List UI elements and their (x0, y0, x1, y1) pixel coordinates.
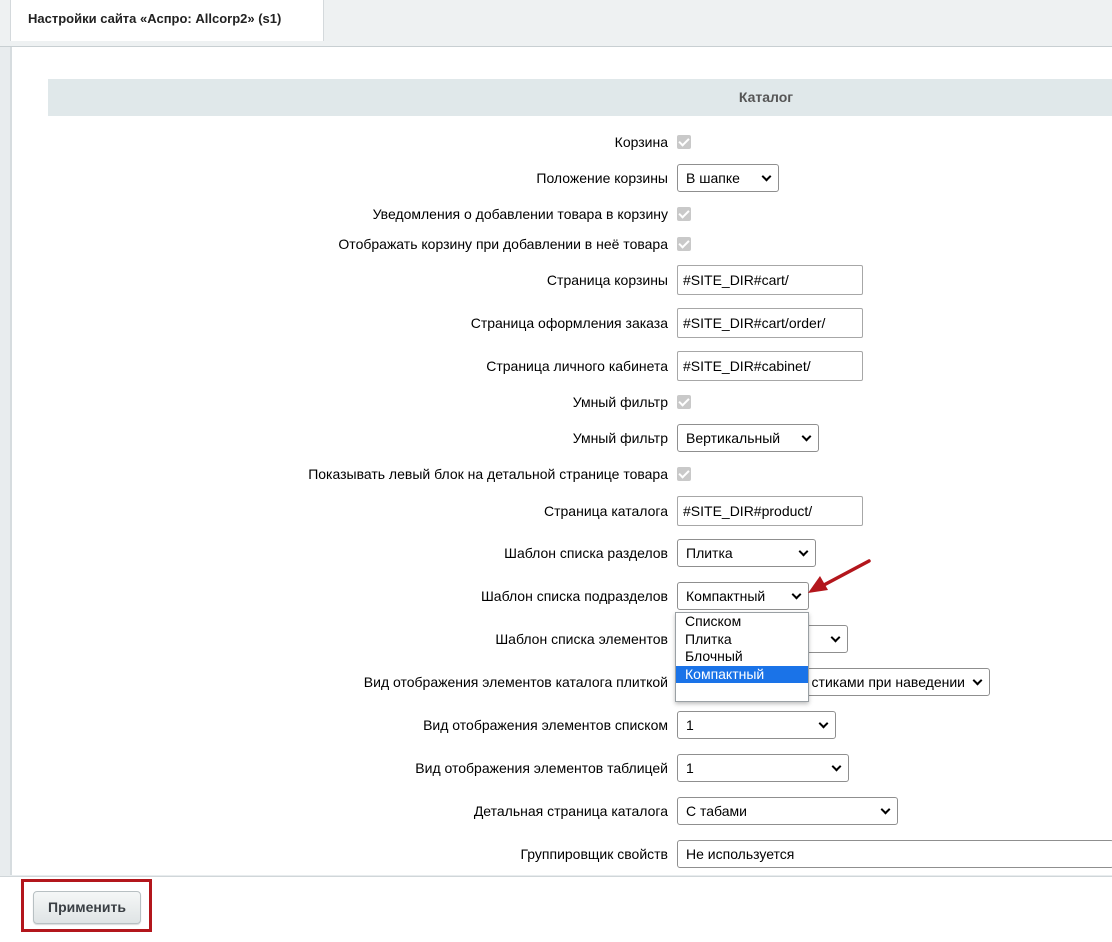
dropdown-option-selected[interactable]: Компактный (676, 665, 808, 683)
basket-position-select[interactable]: В шапке (677, 164, 779, 192)
row-basket-page: Страница корзины #SITE_DIR#cart/ (12, 264, 1112, 296)
cabinet-page-input[interactable]: #SITE_DIR#cabinet/ (677, 351, 863, 381)
basket-show-label: Отображать корзину при добавлении в неё … (338, 236, 668, 252)
tile-view-value: стиками при наведении (811, 674, 965, 690)
catalog-page-input[interactable]: #SITE_DIR#product/ (677, 496, 863, 526)
chevron-down-icon (798, 546, 809, 557)
footer-bar (0, 876, 1112, 942)
row-table-view: Вид отображения элементов таблицей 1 (12, 752, 1112, 784)
chevron-down-icon (972, 675, 983, 686)
smart-filter-type-value: Вертикальный (686, 430, 781, 446)
chevron-down-icon (830, 632, 841, 643)
row-tile-view: Вид отображения элементов каталога плитк… (12, 666, 1112, 698)
row-left-block: Показывать левый блок на детальной стран… (12, 458, 1112, 490)
basket-page-input[interactable]: #SITE_DIR#cart/ (677, 265, 863, 295)
subsections-template-label: Шаблон списка подразделов (480, 588, 668, 604)
grouper-select[interactable]: Не используется (677, 840, 1112, 868)
smart-filter-type-select[interactable]: Вертикальный (677, 424, 819, 452)
row-catalog-page: Страница каталога #SITE_DIR#product/ (12, 495, 1112, 527)
row-grouper: Группировщик свойств Не используется (12, 838, 1112, 870)
row-subsections-template: Шаблон списка подразделов Компактный (12, 580, 1112, 612)
sections-template-label: Шаблон списка разделов (504, 545, 668, 561)
chevron-down-icon (791, 589, 802, 600)
tab-bar: Настройки сайта «Аспро: Allcorp2» (s1) (0, 0, 1112, 47)
basket-page-label: Страница корзины (546, 272, 668, 288)
row-smart-filter: Умный фильтр (12, 386, 1112, 418)
grouper-label: Группировщик свойств (520, 846, 668, 862)
detail-page-label: Детальная страница каталога (473, 803, 668, 819)
grouper-value: Не используется (686, 846, 795, 862)
settings-panel: Каталог Корзина Положение корзины В шапк… (10, 47, 1112, 875)
row-list-view: Вид отображения элементов списком 1 (12, 709, 1112, 741)
red-arrow-annotation (808, 559, 871, 593)
row-cabinet-page: Страница личного кабинета #SITE_DIR#cabi… (12, 350, 1112, 382)
basket-position-label: Положение корзины (536, 170, 668, 186)
basket-checkbox[interactable] (677, 135, 691, 149)
tab-site-settings[interactable]: Настройки сайта «Аспро: Allcorp2» (s1) (10, 0, 324, 41)
basket-notify-checkbox[interactable] (677, 207, 691, 221)
basket-notify-label: Уведомления о добавлении товара в корзин… (372, 206, 668, 222)
cabinet-page-label: Страница личного кабинета (486, 358, 668, 374)
elements-template-label: Шаблон списка элементов (495, 631, 668, 647)
dropdown-option[interactable]: Плитка (676, 631, 808, 649)
left-block-checkbox[interactable] (677, 467, 691, 481)
chevron-down-icon (831, 761, 842, 772)
list-view-value: 1 (686, 717, 694, 733)
order-page-input[interactable]: #SITE_DIR#cart/order/ (677, 308, 863, 338)
row-sections-template: Шаблон списка разделов Плитка (12, 537, 1112, 569)
sections-template-select[interactable]: Плитка (677, 539, 816, 567)
order-page-label: Страница оформления заказа (470, 315, 668, 331)
sections-template-value: Плитка (686, 545, 733, 561)
dropdown-option[interactable]: Списком (676, 613, 808, 631)
row-basket-position: Положение корзины В шапке (12, 162, 1112, 194)
smart-filter-checkbox[interactable] (677, 395, 691, 409)
list-view-select[interactable]: 1 (677, 711, 836, 739)
table-view-value: 1 (686, 760, 694, 776)
detail-page-select[interactable]: С табами (677, 797, 898, 825)
chevron-down-icon (761, 171, 772, 182)
table-view-select[interactable]: 1 (677, 754, 849, 782)
row-elements-template: Шаблон списка элементов (12, 623, 1112, 655)
subsections-template-dropdown: Списком Плитка Блочный Компактный (675, 612, 809, 702)
chevron-down-icon (880, 804, 891, 815)
smart-filter-label: Умный фильтр (572, 394, 668, 410)
table-view-label: Вид отображения элементов таблицей (415, 760, 668, 776)
row-smart-filter-type: Умный фильтр Вертикальный (12, 422, 1112, 454)
tab-title: Настройки сайта «Аспро: Allcorp2» (s1) (28, 11, 282, 26)
list-view-label: Вид отображения элементов списком (423, 717, 668, 733)
chevron-down-icon (818, 718, 829, 729)
basket-label: Корзина (614, 134, 668, 150)
subsections-template-value: Компактный (686, 588, 766, 604)
row-basket: Корзина (12, 126, 1112, 158)
row-order-page: Страница оформления заказа #SITE_DIR#car… (12, 307, 1112, 339)
smart-filter-type-label: Умный фильтр (572, 430, 668, 446)
row-basket-notify: Уведомления о добавлении товара в корзин… (12, 198, 1112, 230)
subsections-template-select[interactable]: Компактный (677, 582, 809, 610)
basket-position-value: В шапке (686, 170, 740, 186)
dropdown-option[interactable]: Блочный (676, 648, 808, 666)
chevron-down-icon (801, 431, 812, 442)
detail-page-value: С табами (686, 803, 747, 819)
section-header: Каталог (48, 79, 1112, 116)
basket-show-checkbox[interactable] (677, 237, 691, 251)
tile-view-label: Вид отображения элементов каталога плитк… (363, 674, 668, 690)
row-basket-show: Отображать корзину при добавлении в неё … (12, 228, 1112, 260)
apply-button[interactable]: Применить (33, 891, 141, 924)
catalog-page-label: Страница каталога (544, 503, 668, 519)
left-block-label: Показывать левый блок на детальной стран… (308, 466, 668, 482)
section-title: Каталог (738, 89, 794, 105)
row-detail-page: Детальная страница каталога С табами (12, 795, 1112, 827)
